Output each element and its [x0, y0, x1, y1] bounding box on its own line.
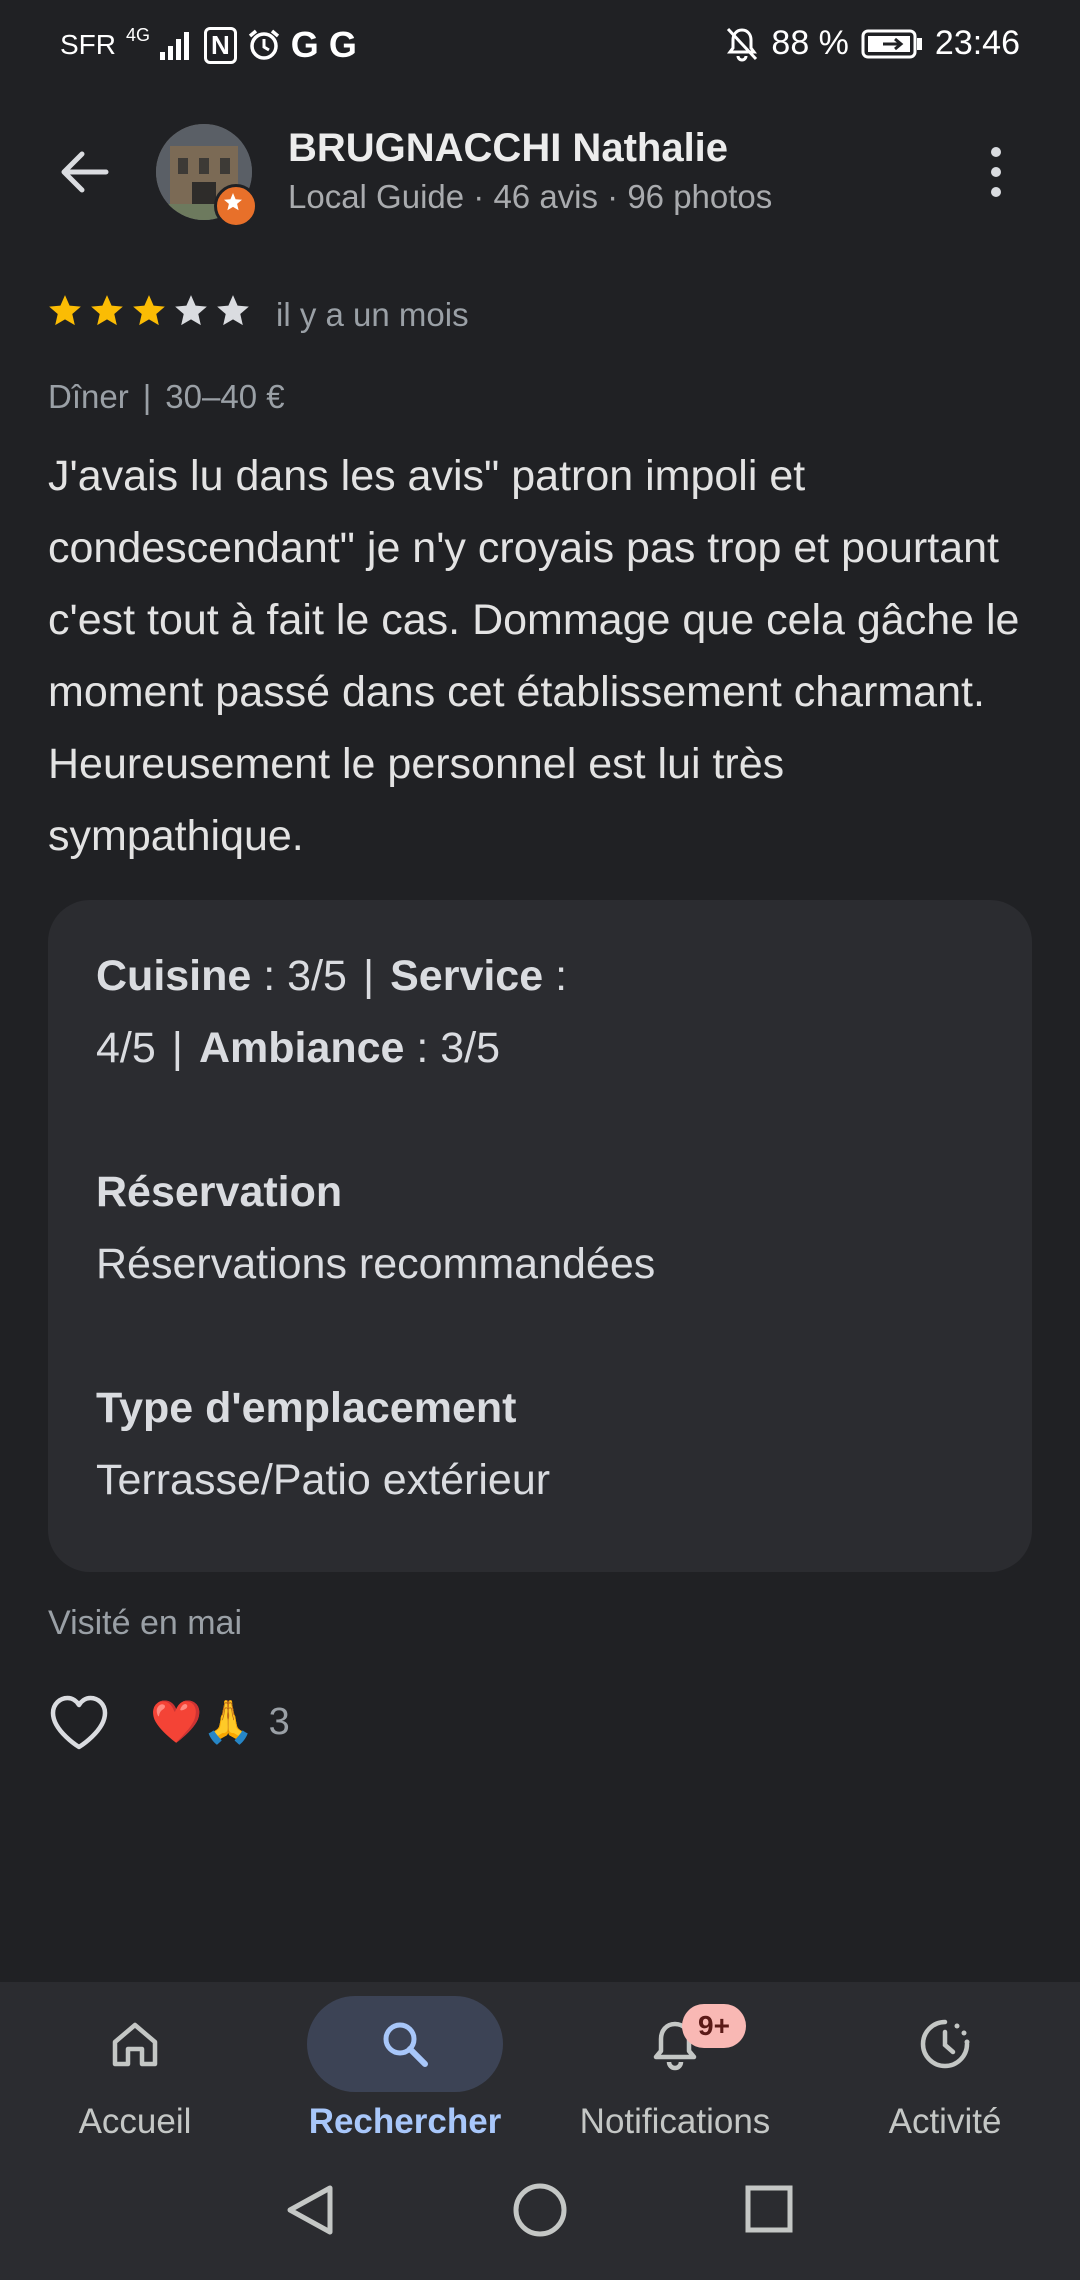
- service-value-b: 4/5: [96, 1024, 156, 1072]
- system-home-icon[interactable]: [513, 2183, 567, 2237]
- network-type: 4G: [126, 24, 151, 45]
- ambiance-value: : 3/5: [404, 1024, 501, 1072]
- star-filled-icon: [49, 295, 81, 326]
- google-notification-icon-2: G: [328, 24, 357, 65]
- star-filled-icon: [133, 295, 165, 326]
- alarm-icon: [248, 29, 279, 60]
- meal-type: Dîner: [48, 378, 129, 415]
- more-options-icon[interactable]: [976, 140, 1016, 204]
- reaction-emojis: ❤️🙏: [150, 1698, 255, 1745]
- like-heart-icon[interactable]: [48, 1694, 110, 1752]
- nav-item-search[interactable]: Rechercher: [270, 1982, 540, 2172]
- sub-ratings: Cuisine : 3/5 | Service : 4/5 | Ambiance : 3…: [96, 952, 568, 1072]
- star-empty-icon: [175, 295, 207, 326]
- service-value-a: :: [543, 952, 568, 1000]
- carrier-label: SFR: [60, 29, 116, 60]
- bell-off-icon: [727, 27, 758, 61]
- clock: 23:46: [934, 24, 1020, 62]
- reservation-value: Réservations recommandées: [96, 1240, 656, 1288]
- review-details-card: Cuisine : 3/5 | Service : 4/5 | Ambiance : 3…: [48, 900, 1032, 1572]
- status-right: 88 % 23:46: [725, 24, 1020, 63]
- back-arrow-icon[interactable]: [52, 140, 116, 204]
- system-back-icon[interactable]: [287, 2185, 333, 2235]
- status-bar: SFR 4G N G G 88 % 23:46: [0, 0, 1080, 92]
- notification-count-badge: 9+: [682, 2004, 746, 2048]
- location-type-title: Type d'emplacement: [96, 1384, 517, 1432]
- nav-label-home: Accueil: [78, 2102, 192, 2141]
- cuisine-value: : 3/5: [251, 952, 347, 1000]
- system-navigation-bar: [287, 2183, 793, 2237]
- reaction-count: 3: [268, 1701, 290, 1743]
- status-left: SFR 4G N G G: [60, 24, 357, 66]
- reservation-title: Réservation: [96, 1168, 343, 1216]
- star-empty-icon: [217, 295, 249, 326]
- google-notification-icon: G: [290, 24, 319, 65]
- home-icon: [112, 2022, 158, 2067]
- reviewer-name[interactable]: BRUGNACCHI Nathalie: [288, 126, 728, 171]
- nav-item-activity[interactable]: Activité: [810, 1982, 1080, 2172]
- star-filled-icon: [91, 295, 123, 326]
- battery-level: 88 %: [771, 24, 849, 62]
- nav-label-notifications: Notifications: [579, 2102, 771, 2141]
- ambiance-label: Ambiance: [198, 1024, 405, 1072]
- reactions[interactable]: ❤️🙏 3: [150, 1698, 290, 1747]
- activity-icon: [920, 2019, 970, 2069]
- system-recents-icon[interactable]: [745, 2185, 793, 2233]
- cuisine-label: Cuisine: [96, 952, 252, 1000]
- local-guide-badge-icon: [214, 184, 258, 228]
- location-type-value: Terrasse/Patio extérieur: [96, 1456, 551, 1504]
- service-label: Service: [390, 952, 544, 1000]
- nav-item-notifications[interactable]: 9+ Notifications: [540, 1982, 810, 2172]
- reviewer-meta: Local Guide · 46 avis · 96 photos: [288, 178, 773, 215]
- bottom-navigation: Accueil Rechercher 9+ Notifications Acti…: [0, 1982, 1080, 2280]
- battery-icon: [861, 29, 922, 58]
- visit-date: Visité en mai: [48, 1604, 243, 1642]
- nfc-icon: N: [204, 26, 237, 64]
- nav-item-home[interactable]: Accueil: [0, 1982, 270, 2172]
- meal-price: Dîner | 30–40 €: [48, 378, 285, 415]
- review-text: J'avais lu dans les avis" patron impoli …: [48, 452, 1020, 860]
- review-date: il y a un mois: [276, 296, 469, 333]
- nav-label-activity: Activité: [888, 2102, 1002, 2141]
- signal-icon: [160, 32, 190, 60]
- price-range: 30–40 €: [165, 378, 285, 415]
- star-rating: [46, 292, 252, 330]
- nav-label-search: Rechercher: [308, 2102, 502, 2141]
- search-icon: [383, 2022, 428, 2067]
